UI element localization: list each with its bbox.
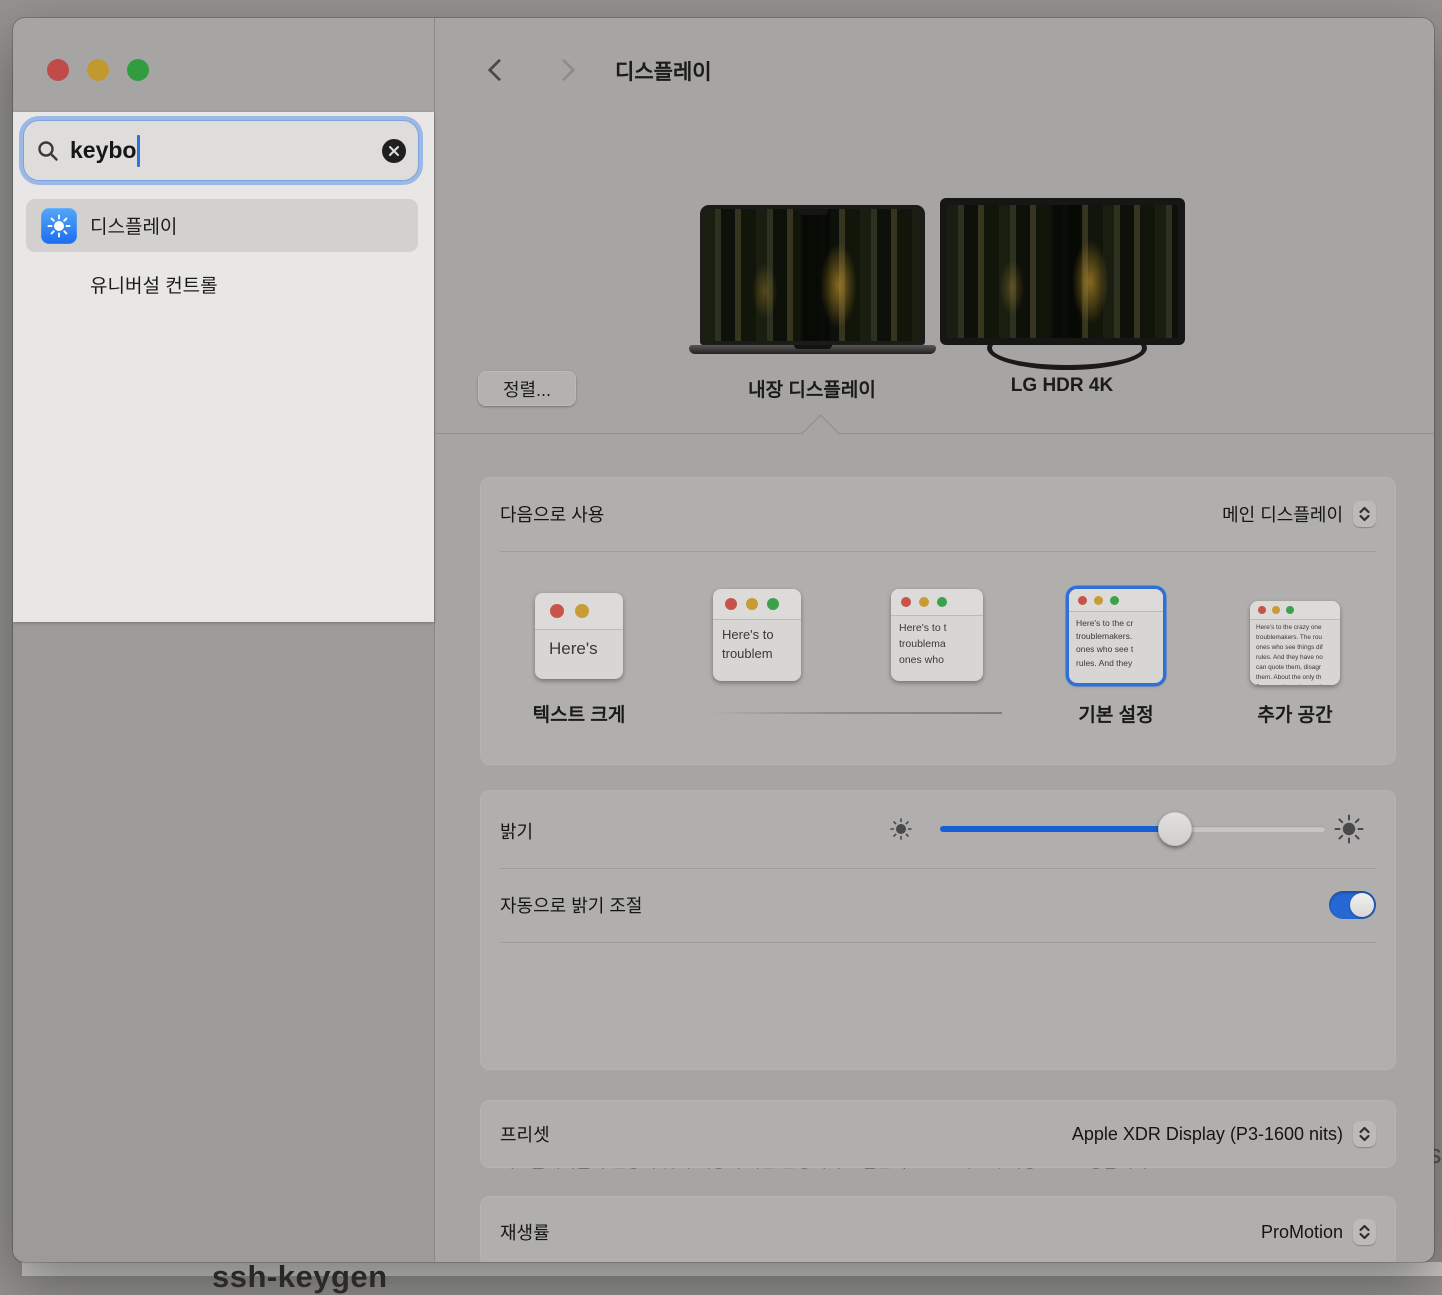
laptop-base	[689, 345, 936, 354]
window-controls	[47, 59, 149, 81]
row-divider	[500, 942, 1376, 943]
preset-card: 프리셋 Apple XDR Display (P3-1600 nits)	[480, 1100, 1396, 1168]
use-as-dropdown[interactable]: 메인 디스플레이	[1222, 501, 1376, 527]
refresh-rate-dropdown[interactable]: ProMotion	[1261, 1219, 1376, 1245]
auto-brightness-toggle[interactable]	[1329, 891, 1376, 919]
display-settings-pane: 디스플레이 정렬... 내장 디스플레이 LG HDR 4K	[435, 18, 1434, 1262]
resolution-card: 다음으로 사용 메인 디스플레이 Here's	[480, 477, 1396, 765]
back-button[interactable]	[480, 54, 512, 86]
chevron-right-icon	[553, 59, 576, 82]
forward-button[interactable]	[551, 54, 583, 86]
preset-dropdown[interactable]: Apple XDR Display (P3-1600 nits)	[1072, 1121, 1376, 1147]
mini-window-titlebar	[891, 589, 983, 616]
system-settings-window: keybo	[13, 18, 1434, 1262]
mini-window-titlebar	[535, 593, 623, 630]
preset-value: Apple XDR Display (P3-1600 nits)	[1072, 1124, 1343, 1145]
up-down-chevron-icon	[1353, 1219, 1376, 1245]
chevron-left-icon	[488, 59, 511, 82]
use-as-label: 다음으로 사용	[500, 501, 604, 527]
sidebar-item-universal-control[interactable]: 유니버설 컨트롤	[26, 264, 418, 304]
sidebar-item-displays[interactable]: 디스플레이	[26, 199, 418, 252]
desktop: ssh-keygen s keybo	[0, 0, 1442, 1276]
brightness-icon	[41, 208, 77, 244]
search-input[interactable]: keybo	[24, 121, 418, 180]
scaling-label-default: 기본 설정	[1041, 700, 1191, 727]
scaling-option-more-space[interactable]: Here's to the crazy one troublemakers. T…	[1250, 601, 1340, 685]
up-down-chevron-icon	[1353, 501, 1376, 527]
laptop-notch	[798, 209, 828, 215]
preset-label: 프리셋	[500, 1121, 550, 1147]
row-divider	[500, 868, 1376, 869]
scaling-label-more-space: 추가 공간	[1220, 700, 1370, 727]
brightness-card: 밝기	[480, 790, 1396, 1070]
scaling-tick-line	[707, 712, 1002, 714]
arrange-button[interactable]: 정렬...	[478, 371, 576, 406]
mini-window-titlebar	[1250, 601, 1340, 620]
wallpaper-image	[947, 205, 1178, 338]
use-as-value: 메인 디스플레이	[1222, 501, 1343, 527]
text-cursor	[137, 135, 140, 167]
display-name-builtin: 내장 디스플레이	[702, 375, 922, 402]
background-partial-text: ssh-keygen	[212, 1259, 388, 1295]
display-name-lg: LG HDR 4K	[952, 375, 1172, 397]
scaling-option-3[interactable]: Here's to t troublema ones who	[891, 589, 983, 681]
background-window-strip: ssh-keygen	[22, 1262, 1442, 1276]
refresh-rate-label: 재생률	[500, 1219, 550, 1245]
auto-brightness-label: 자동으로 밝기 조절	[500, 892, 642, 918]
sidebar: keybo	[13, 18, 435, 1262]
monitor-bezel	[940, 198, 1185, 345]
refresh-rate-card: 재생률 ProMotion	[480, 1196, 1396, 1262]
laptop-screen	[700, 205, 925, 345]
up-down-chevron-icon	[1353, 1121, 1376, 1147]
close-button[interactable]	[47, 59, 69, 81]
refresh-rate-value: ProMotion	[1261, 1222, 1343, 1243]
sidebar-item-label: 유니버설 컨트롤	[90, 271, 218, 298]
clear-search-button[interactable]	[382, 139, 406, 163]
scaling-label-larger-text: 텍스트 크게	[504, 700, 654, 727]
row-divider	[500, 551, 1376, 552]
sidebar-item-label: 디스플레이	[90, 212, 177, 239]
brightness-label: 밝기	[500, 818, 533, 844]
wallpaper-image	[704, 209, 921, 341]
search-icon	[36, 139, 60, 163]
fullscreen-button[interactable]	[127, 59, 149, 81]
brightness-slider-thumb[interactable]	[1158, 812, 1192, 846]
search-text: keybo	[70, 137, 136, 164]
section-divider	[435, 433, 1434, 434]
brightness-high-icon	[1332, 812, 1366, 851]
mini-window-titlebar	[713, 589, 801, 620]
scaling-option-default[interactable]: Here's to the cr troublemakers. ones who…	[1069, 589, 1163, 683]
brightness-slider[interactable]	[940, 826, 1325, 832]
mini-window-titlebar	[1069, 589, 1163, 612]
selected-display-caret	[801, 414, 839, 452]
minimize-button[interactable]	[87, 59, 109, 81]
sidebar-dimmed-area	[13, 622, 434, 1262]
scaling-option-larger-text[interactable]: Here's	[535, 593, 623, 679]
search-results-panel: keybo	[13, 112, 434, 622]
slider-fill	[940, 826, 1175, 832]
page-title: 디스플레이	[615, 56, 712, 86]
scaling-option-2[interactable]: Here's to troublem	[713, 589, 801, 681]
brightness-low-icon	[888, 816, 914, 847]
toggle-knob	[1350, 893, 1374, 917]
